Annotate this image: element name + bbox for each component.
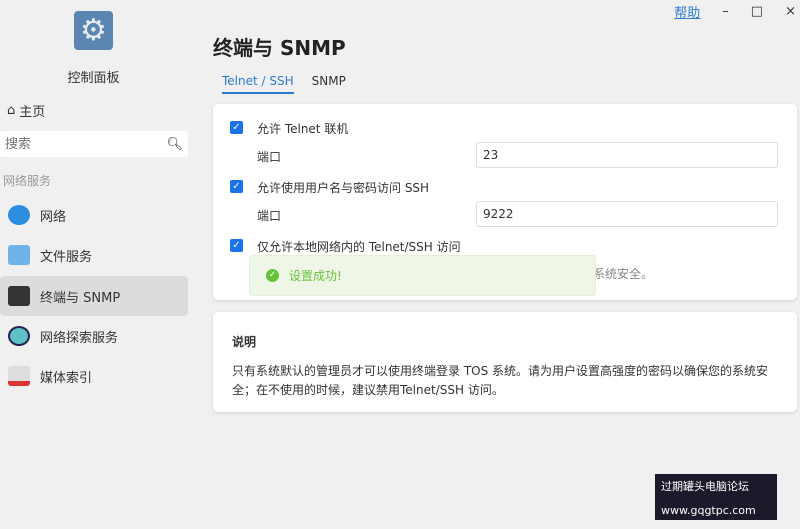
local-only-checkbox[interactable]: ✓ <box>230 239 243 252</box>
success-toast: ✓ 设置成功! <box>249 255 596 296</box>
local-only-label: 仅允许本地网络内的 Telnet/SSH 访问 <box>257 240 461 254</box>
globe-icon <box>8 205 30 225</box>
info-title: 说明 <box>232 335 257 349</box>
sidebar-item-file-service[interactable]: 文件服务 <box>0 235 188 275</box>
port-label: 端口 <box>257 209 282 223</box>
toast-text: 设置成功! <box>289 269 342 283</box>
maximize-button[interactable]: □ <box>751 4 763 19</box>
search-icon[interactable]: 🔍︎ <box>166 137 183 152</box>
search-box[interactable]: 🔍︎ <box>0 131 188 157</box>
help-link[interactable]: 帮助 <box>674 2 700 21</box>
sidebar: ⚙ 控制面板 ⌂主页 🔍︎ 网络服务 网络 文件服务 终端与 SNMP 网络探索… <box>0 0 196 529</box>
telnet-port-input[interactable]: 23 <box>476 142 778 168</box>
watermark-line1: 过期罐头电脑论坛 <box>661 480 749 493</box>
minimize-button[interactable]: – <box>722 4 729 19</box>
telnet-checkbox[interactable]: ✓ <box>230 121 243 134</box>
section-label: 网络服务 <box>3 174 52 188</box>
watermark: 过期罐头电脑论坛 www.gqgtpc.com <box>655 474 777 520</box>
sidebar-item-discovery[interactable]: 网络探索服务 <box>0 316 188 356</box>
close-button[interactable]: × <box>785 4 796 19</box>
watermark-line2: www.gqgtpc.com <box>661 504 756 517</box>
ssh-checkbox[interactable]: ✓ <box>230 180 243 193</box>
sidebar-item-network[interactable]: 网络 <box>0 195 188 235</box>
window-controls: 帮助 – □ × <box>674 0 800 22</box>
search-input[interactable] <box>5 136 155 152</box>
info-card: 说明 只有系统默认的管理员才可以使用终端登录 TOS 系统。请为用户设置高强度的… <box>213 312 797 412</box>
media-index-icon <box>8 366 30 386</box>
gear-icon: ⚙ <box>74 11 113 50</box>
home-label: 主页 <box>19 105 46 120</box>
home-link[interactable]: ⌂ 主页 <box>7 101 45 120</box>
ssh-port-input[interactable]: 9222 <box>476 201 778 227</box>
sidebar-item-label: 终端与 SNMP <box>40 290 121 306</box>
home-icon: ⌂ <box>7 103 16 118</box>
hint-text: 系统安全。 <box>593 267 654 281</box>
sidebar-item-media-index[interactable]: 媒体索引 <box>0 356 188 396</box>
info-text: 只有系统默认的管理员才可以使用终端登录 TOS 系统。请为用户设置高强度的密码以… <box>232 364 769 397</box>
discovery-icon <box>8 326 30 346</box>
sidebar-item-terminal-snmp[interactable]: 终端与 SNMP <box>0 276 188 316</box>
app-name: 控制面板 <box>67 71 120 86</box>
page-title: 终端与 SNMP <box>213 36 346 60</box>
telnet-label: 允许 Telnet 联机 <box>257 122 349 136</box>
sidebar-item-label: 网络 <box>40 209 67 225</box>
check-circle-icon: ✓ <box>266 269 279 282</box>
sidebar-item-label: 文件服务 <box>40 249 93 265</box>
sidebar-item-label: 网络探索服务 <box>40 330 119 346</box>
sidebar-item-label: 媒体索引 <box>40 370 93 386</box>
tab-telnet-ssh[interactable]: Telnet / SSH <box>222 74 294 94</box>
terminal-icon <box>8 286 30 306</box>
tab-snmp[interactable]: SNMP <box>312 74 346 94</box>
file-service-icon <box>8 245 30 265</box>
ssh-label: 允许使用用户名与密码访问 SSH <box>257 181 430 195</box>
port-label: 端口 <box>257 150 282 164</box>
